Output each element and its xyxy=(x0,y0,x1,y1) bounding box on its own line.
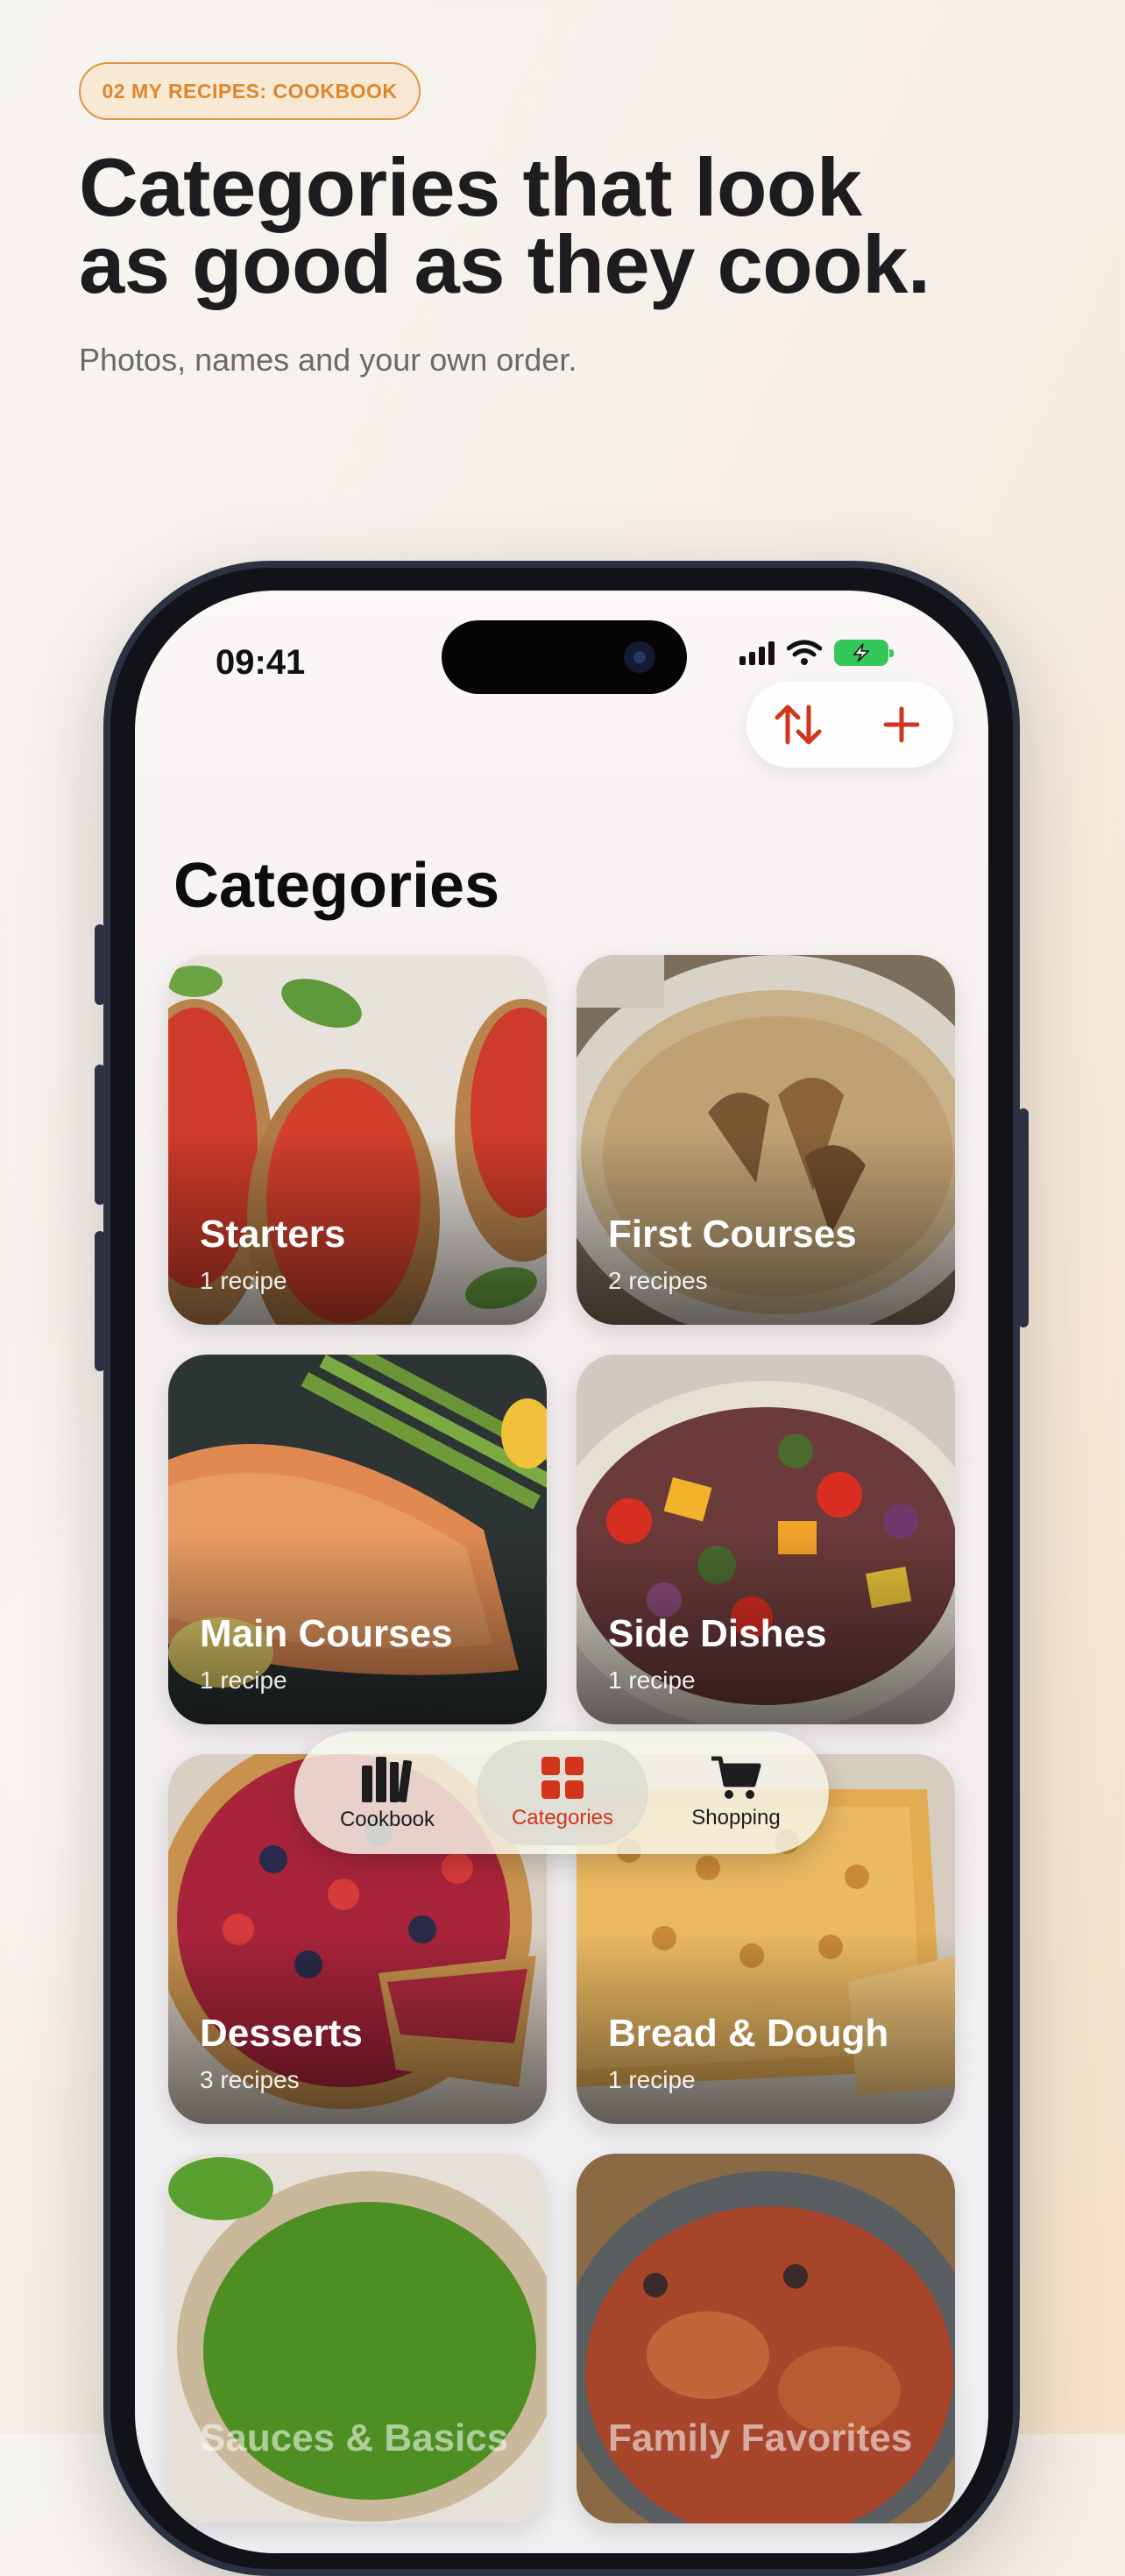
category-name: Side Dishes xyxy=(608,1612,827,1655)
promo-subtitle: Photos, names and your own order. xyxy=(79,342,577,378)
headline-line-2: as good as they cook. xyxy=(79,218,930,310)
sort-button[interactable] xyxy=(763,690,833,760)
cellular-signal-icon xyxy=(739,640,775,665)
tab-label: Categories xyxy=(511,1806,614,1829)
category-card-sauces-basics[interactable]: Sauces & Basics xyxy=(168,2154,547,2523)
power-button xyxy=(1018,1108,1029,1327)
page-title: Categories xyxy=(173,851,500,921)
category-name: First Courses xyxy=(608,1213,857,1256)
phone-frame: 09:41 Categories Starters 1 recipe First… xyxy=(95,561,1029,2576)
recipe-count: 1 recipe xyxy=(200,1267,287,1294)
action-button xyxy=(95,924,105,1005)
category-name: Family Favorites xyxy=(608,2417,913,2459)
category-name: Desserts xyxy=(200,2012,363,2055)
status-icons xyxy=(739,640,894,666)
volume-down-button xyxy=(95,1231,105,1371)
category-name: Main Courses xyxy=(200,1612,453,1655)
section-tag: 02 MY RECIPES: COOKBOOK xyxy=(79,62,421,120)
tab-label: Cookbook xyxy=(339,1808,435,1831)
tab-categories[interactable]: Categories xyxy=(477,1740,648,1845)
recipe-count: 2 recipes xyxy=(608,1267,708,1294)
app-screen: 09:41 Categories Starters 1 recipe First… xyxy=(135,591,988,2553)
category-card-side-dishes[interactable]: Side Dishes 1 recipe xyxy=(577,1355,955,1724)
recipe-count: 3 recipes xyxy=(200,2066,300,2093)
tab-shopping[interactable]: Shopping xyxy=(650,1740,822,1845)
tab-cookbook[interactable]: Cookbook xyxy=(301,1740,473,1845)
toolbar xyxy=(746,682,953,768)
promo-headline: Categories that look as good as they coo… xyxy=(79,146,1086,306)
recipe-count: 1 recipe xyxy=(608,1667,696,1694)
tab-bar: Cookbook Categories Shopping xyxy=(294,1731,829,1854)
tab-label: Shopping xyxy=(691,1806,781,1829)
plus-icon xyxy=(883,706,920,743)
volume-up-button xyxy=(95,1065,105,1205)
category-card-family-favorites[interactable]: Family Favorites xyxy=(577,2154,955,2523)
wifi-icon xyxy=(787,640,822,665)
family-favorites-photo xyxy=(577,2154,955,2523)
category-card-main-courses[interactable]: Main Courses 1 recipe xyxy=(168,1355,547,1724)
category-name: Sauces & Basics xyxy=(200,2417,509,2459)
add-category-button[interactable] xyxy=(867,690,937,760)
recipe-count: 1 recipe xyxy=(608,2066,696,2093)
recipe-count: 1 recipe xyxy=(200,1667,287,1694)
dynamic-island xyxy=(442,620,687,694)
grid-icon xyxy=(541,1757,584,1799)
status-time: 09:41 xyxy=(216,643,306,682)
category-card-starters[interactable]: Starters 1 recipe xyxy=(168,955,547,1325)
category-name: Bread & Dough xyxy=(608,2012,889,2055)
sauces-basics-photo xyxy=(168,2154,547,2523)
sort-arrows-icon xyxy=(775,704,822,745)
category-name: Starters xyxy=(200,1213,346,1256)
front-camera-icon xyxy=(624,641,655,673)
category-card-first-courses[interactable]: First Courses 2 recipes xyxy=(577,955,955,1325)
books-icon xyxy=(362,1757,413,1802)
battery-charging-icon xyxy=(834,640,894,666)
cart-icon xyxy=(711,1756,761,1799)
